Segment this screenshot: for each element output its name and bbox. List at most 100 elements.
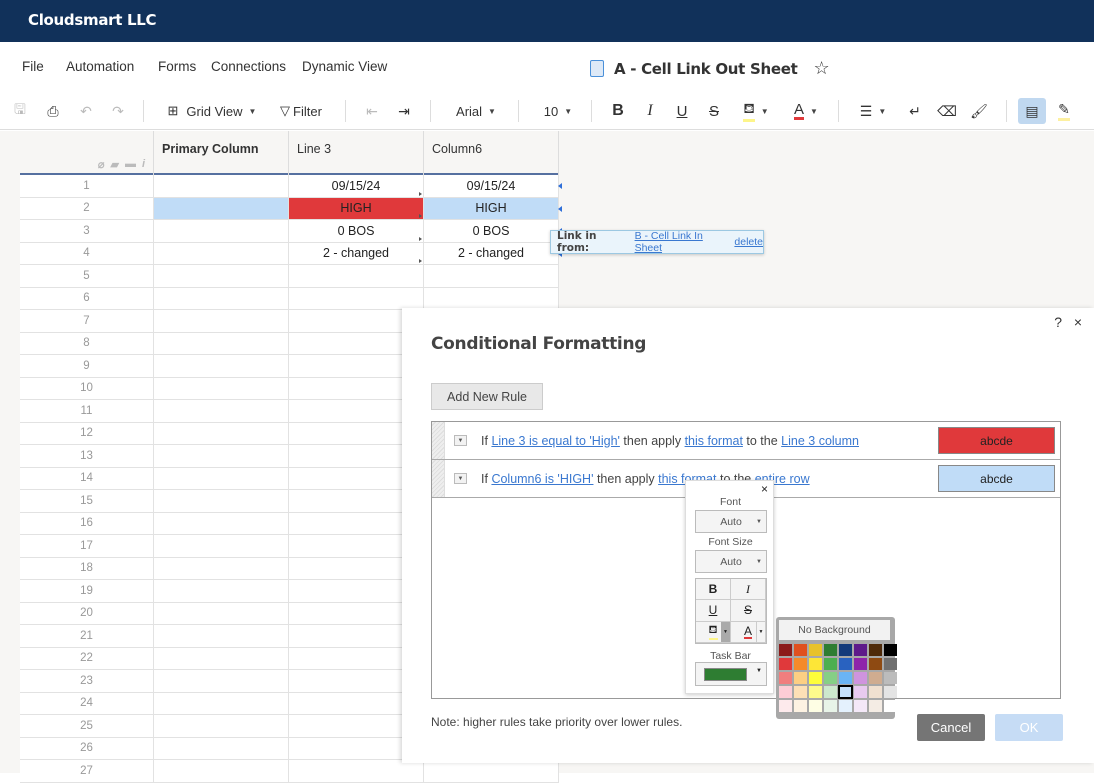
menu-connections[interactable]: Connections	[211, 59, 286, 74]
cell-primary[interactable]	[154, 715, 289, 737]
menu-file[interactable]: File	[22, 59, 44, 74]
grid-view-dropdown[interactable]: ⊞ Grid View ▼	[162, 98, 262, 124]
color-swatch[interactable]	[869, 672, 882, 684]
color-swatch[interactable]	[824, 644, 837, 656]
menu-dynamic-view[interactable]: Dynamic View	[302, 59, 387, 74]
fill-color-button[interactable]: ⛾ ▼	[736, 98, 776, 124]
menu-forms[interactable]: Forms	[158, 59, 196, 74]
cell-line3[interactable]: HIGH	[289, 197, 424, 219]
font-size-select[interactable]: Auto ▼	[695, 550, 767, 573]
color-swatch[interactable]	[869, 700, 882, 712]
eraser-icon[interactable]: ⌫	[937, 98, 957, 124]
color-swatch[interactable]	[854, 644, 867, 656]
redo-icon[interactable]: ↷	[108, 98, 128, 124]
text-color-button[interactable]: A ▼	[786, 98, 826, 124]
cell-primary[interactable]	[154, 287, 289, 309]
rule-menu-dropdown[interactable]: ▼	[454, 473, 467, 484]
cancel-button[interactable]: Cancel	[917, 714, 985, 741]
align-button[interactable]: ☰ ▼	[853, 98, 893, 124]
close-icon[interactable]: ×	[1074, 314, 1082, 330]
link-source-link[interactable]: B - Cell Link In Sheet	[635, 230, 729, 254]
cell-primary[interactable]	[154, 445, 289, 467]
cell-primary[interactable]	[154, 602, 289, 624]
task-bar-color-select[interactable]: ▼	[695, 662, 767, 686]
cell-line3[interactable]	[289, 287, 424, 309]
cell-primary[interactable]	[154, 175, 289, 197]
color-swatch[interactable]	[779, 686, 792, 698]
italic-button[interactable]: I	[640, 98, 660, 124]
rule-condition-link[interactable]: Column6 is 'HIGH'	[491, 472, 593, 486]
italic-button[interactable]: I	[731, 579, 766, 601]
column-header-line3[interactable]: Line 3	[289, 131, 424, 175]
cell-primary[interactable]	[154, 355, 289, 377]
color-swatch[interactable]	[794, 672, 807, 684]
font-family-dropdown[interactable]: Arial ▼	[451, 98, 501, 124]
rule-target-link[interactable]: Line 3 column	[781, 434, 859, 448]
save-icon[interactable]: 🖫	[10, 98, 30, 124]
underline-button[interactable]: U	[672, 98, 692, 124]
color-swatch[interactable]	[809, 672, 822, 684]
color-swatch[interactable]	[809, 658, 822, 670]
strikethrough-button[interactable]: S	[704, 98, 724, 124]
cell-primary[interactable]	[154, 580, 289, 602]
cell-line3[interactable]: 09/15/24	[289, 175, 424, 197]
ok-button[interactable]: OK	[995, 714, 1063, 741]
cell-primary[interactable]	[154, 647, 289, 669]
rule-condition-link[interactable]: Line 3 is equal to 'High'	[491, 434, 619, 448]
font-select[interactable]: Auto ▼	[695, 510, 767, 533]
cell-primary[interactable]	[154, 512, 289, 534]
outdent-icon[interactable]: ⇤	[362, 98, 382, 124]
text-color-button[interactable]: A ▼	[731, 621, 766, 643]
color-swatch[interactable]	[884, 672, 897, 684]
cell-primary[interactable]	[154, 310, 289, 332]
help-icon[interactable]: ?	[1054, 314, 1062, 330]
cell-column6[interactable]	[424, 760, 559, 782]
color-swatch[interactable]	[869, 658, 882, 670]
cell-primary[interactable]	[154, 332, 289, 354]
color-swatch[interactable]	[854, 700, 867, 712]
close-icon[interactable]: ×	[761, 482, 768, 496]
color-swatch[interactable]	[794, 686, 807, 698]
color-swatch[interactable]	[809, 644, 822, 656]
color-swatch[interactable]	[824, 700, 837, 712]
cell-line3[interactable]: 0 BOS	[289, 220, 424, 242]
color-swatch[interactable]	[779, 658, 792, 670]
strikethrough-button[interactable]: S	[731, 600, 766, 622]
cell-primary[interactable]	[154, 535, 289, 557]
column-header-primary[interactable]: Primary Column	[154, 131, 289, 175]
cell-primary[interactable]	[154, 670, 289, 692]
cell-primary[interactable]	[154, 265, 289, 287]
cell-column6[interactable]: 09/15/24	[424, 175, 562, 197]
color-swatch[interactable]	[839, 700, 852, 712]
color-swatch[interactable]	[884, 658, 897, 670]
cell-primary[interactable]	[154, 422, 289, 444]
cell-column6[interactable]: HIGH	[424, 197, 562, 219]
indent-icon[interactable]: ⇥	[394, 98, 414, 124]
cell-primary[interactable]	[154, 625, 289, 647]
color-swatch[interactable]	[794, 700, 807, 712]
cell-primary[interactable]	[154, 760, 289, 782]
font-size-dropdown[interactable]: 10 ▼	[540, 98, 576, 124]
cell-column6[interactable]	[424, 287, 559, 309]
cell-column6[interactable]	[424, 265, 559, 287]
cell-primary[interactable]	[154, 220, 289, 242]
color-swatch[interactable]	[854, 686, 867, 698]
color-swatch[interactable]	[884, 644, 897, 656]
menu-automation[interactable]: Automation	[66, 59, 134, 74]
color-swatch[interactable]	[854, 658, 867, 670]
color-swatch[interactable]	[809, 700, 822, 712]
cell-primary[interactable]	[154, 242, 289, 264]
color-swatch[interactable]	[869, 644, 882, 656]
chevron-down-icon[interactable]: ▼	[721, 621, 730, 642]
color-swatch[interactable]	[809, 686, 822, 698]
cell-primary[interactable]	[154, 490, 289, 512]
color-swatch[interactable]	[779, 700, 792, 712]
cell-primary[interactable]	[154, 737, 289, 759]
fill-color-button[interactable]: ⛾ ▼	[696, 621, 731, 643]
highlight-changes-icon[interactable]: ✎	[1054, 98, 1074, 124]
cell-column6[interactable]: 0 BOS	[424, 220, 562, 242]
color-swatch[interactable]	[884, 686, 897, 698]
add-new-rule-button[interactable]: Add New Rule	[431, 383, 543, 410]
wrap-text-icon[interactable]: ↵	[905, 98, 925, 124]
column-header-column6[interactable]: Column6	[424, 131, 559, 175]
